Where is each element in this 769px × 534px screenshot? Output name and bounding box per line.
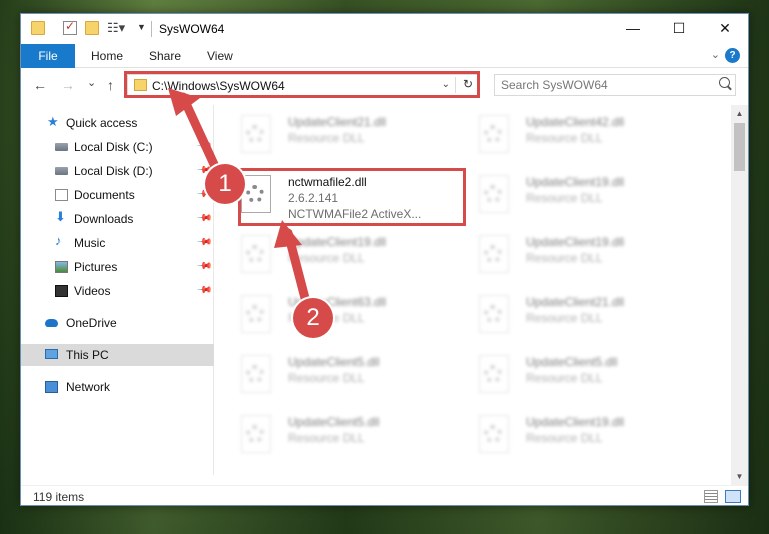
arrow-1-head [168,88,200,116]
step-badge-2: 2 [293,298,333,338]
arrow-1 [178,92,223,178]
arrow-2-head [274,220,302,248]
step-badge-1: 1 [205,164,245,204]
annotation-arrows [168,88,311,307]
